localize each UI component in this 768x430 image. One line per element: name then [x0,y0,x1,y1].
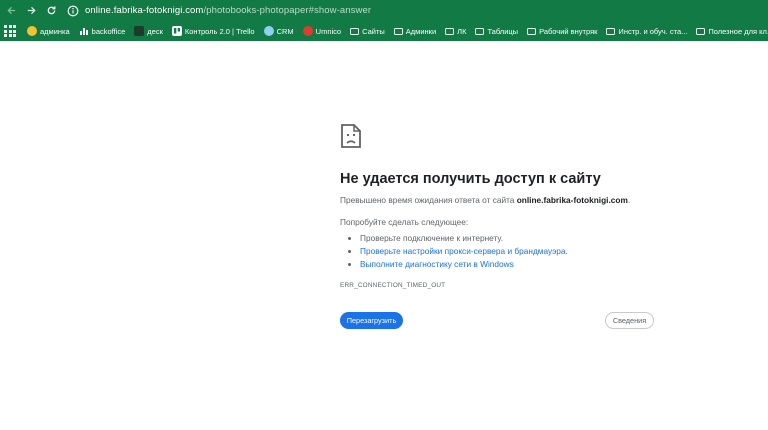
details-button[interactable]: Сведения [605,312,654,329]
suggestion-text: Проверьте подключение к интернету. [360,233,504,243]
address-row: online.fabrika-fotoknigi.com/photobooks-… [0,0,768,21]
sad-page-icon [341,124,361,148]
bookmark-label: Umnico [315,26,342,36]
bookmark-label: CRM [276,26,294,36]
network-diagnostics-link[interactable]: Выполните диагностику сети в Windows [360,259,514,269]
bookmark-item[interactable]: backoffice [79,26,126,36]
bookmark-favicon-icon [79,26,89,36]
bookmark-item[interactable]: Полезное для кл. [696,27,768,36]
bookmarks-bar: админка backoffice деск Контроль 2.0 | Trel… [0,21,768,41]
url-path: /photobooks-photopaper#show-answer [203,5,372,16]
suggestions-list: Проверьте подключение к интернету. Прове… [340,232,670,271]
proxy-firewall-link[interactable]: Проверьте настройки прокси-сервера и бра… [360,246,568,256]
bookmark-label: Рабочий внутряк [539,26,598,36]
url-host: online.fabrika-fotoknigi.com [85,5,204,16]
browser-toolbar: online.fabrika-fotoknigi.com/photobooks-… [0,0,768,41]
bookmark-item[interactable]: Админки [393,26,437,36]
bookmark-item[interactable]: Контроль 2.0 | Trello [171,26,255,36]
suggestion-check-proxy: Проверьте настройки прокси-сервера и бра… [360,245,670,258]
suggestions-label: Попробуйте сделать следующее: [340,217,469,227]
bookmark-label: Сайты [362,26,385,36]
suggestion-network-diagnostics: Выполните диагностику сети в Windows [360,258,670,271]
bookmark-label: Инстр. и обуч. ста... [618,26,688,36]
bookmark-item[interactable]: Сайты [350,27,385,36]
bookmark-list: админка backoffice деск Контроль 2.0 | Trel… [27,26,768,36]
bookmark-favicon-icon [263,26,274,36]
bookmark-label: Админки [405,26,437,36]
folder-icon [475,28,485,35]
bookmark-item[interactable]: ЛК [445,27,466,36]
bookmark-item[interactable]: CRM [263,26,294,36]
back-arrow-icon[interactable] [2,2,20,20]
forward-arrow-icon[interactable] [22,2,40,20]
bookmark-item[interactable]: деск [134,26,163,36]
bookmark-item[interactable]: админка [27,26,70,36]
bookmark-label: Полезное для кл. [708,26,768,36]
bookmark-favicon-icon [302,26,313,36]
site-info-icon[interactable] [66,4,80,18]
error-host: online.fabrika-fotoknigi.com [516,195,628,205]
suggestion-check-connection: Проверьте подключение к интернету. [360,232,670,245]
folder-icon [527,28,537,35]
bookmark-favicon-icon [171,26,182,36]
error-description-suffix: . [627,195,631,205]
error-description-prefix: Превышено время ожидания ответа от сайта [340,195,515,205]
folder-icon [350,28,360,35]
bookmark-favicon-icon [27,26,37,36]
error-content: Не удается получить доступ к сайту Превы… [340,124,670,289]
bookmark-item[interactable]: Инстр. и обуч. ста... [606,27,687,36]
bookmark-label: Таблицы [487,26,519,36]
folder-icon [696,28,706,35]
reload-button[interactable]: Перезагрузить [340,312,403,329]
address-bar[interactable]: online.fabrika-fotoknigi.com/photobooks-… [85,5,371,16]
bookmark-label: Контроль 2.0 | Trello [184,26,255,36]
bookmark-item[interactable]: Таблицы [475,27,518,36]
reload-icon[interactable] [42,2,60,20]
error-code: ERR_CONNECTION_TIMED_OUT [340,282,446,289]
error-heading: Не удается получить доступ к сайту [340,171,601,187]
bookmark-label: админка [40,26,70,36]
bookmark-item[interactable]: Umnico [302,26,342,36]
bookmark-label: backoffice [91,26,126,36]
bookmark-label: деск [147,26,163,36]
bookmark-favicon-icon [134,26,145,36]
apps-grid-icon[interactable] [4,25,16,37]
bookmark-label: ЛК [457,26,467,36]
folder-icon [393,28,403,35]
folder-icon [606,28,616,35]
folder-icon [445,28,455,35]
bookmark-item[interactable]: Рабочий внутряк [527,27,597,36]
error-description: Превышено время ожидания ответа от сайта… [340,195,670,205]
